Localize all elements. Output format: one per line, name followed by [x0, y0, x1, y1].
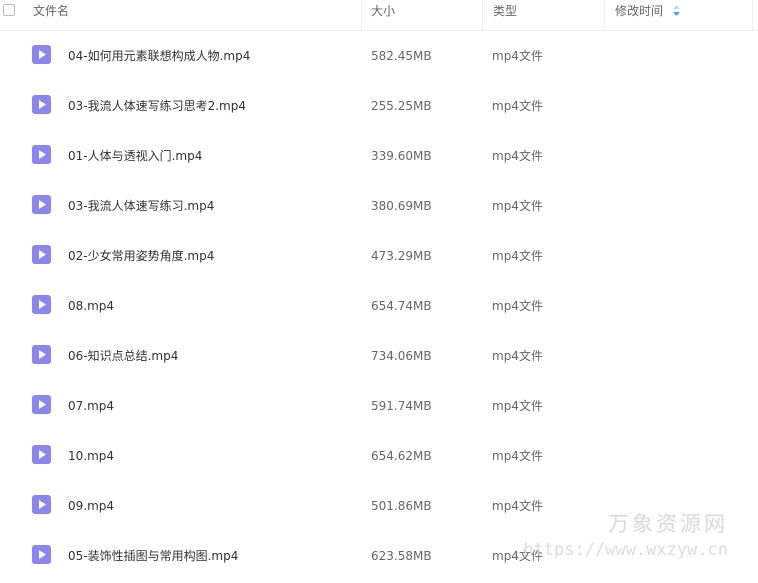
file-size: 654.74MB — [371, 299, 432, 313]
file-name[interactable]: 06-知识点总结.mp4 — [68, 331, 178, 381]
column-header-modified-label: 修改时间 — [615, 4, 664, 18]
video-file-icon — [32, 345, 51, 364]
column-divider[interactable] — [752, 0, 753, 30]
file-size: 591.74MB — [371, 399, 432, 413]
video-file-icon — [32, 195, 51, 214]
file-name[interactable]: 01-人体与透视入门.mp4 — [68, 131, 202, 181]
file-type: mp4文件 — [492, 199, 543, 213]
column-divider[interactable] — [604, 0, 605, 30]
video-file-icon — [32, 445, 51, 464]
file-name[interactable]: 04-如何用元素联想构成人物.mp4 — [68, 31, 250, 81]
video-file-icon — [32, 245, 51, 264]
file-row[interactable]: 07.mp4 591.74MB mp4文件 — [0, 381, 758, 431]
column-divider[interactable] — [482, 0, 483, 30]
file-size: 473.29MB — [371, 249, 432, 263]
file-type: mp4文件 — [492, 49, 543, 63]
file-size: 582.45MB — [371, 49, 432, 63]
column-divider[interactable] — [361, 0, 362, 30]
file-row[interactable]: 02-少女常用姿势角度.mp4 473.29MB mp4文件 — [0, 231, 758, 281]
file-name[interactable]: 03-我流人体速写练习.mp4 — [68, 181, 214, 231]
file-name[interactable]: 02-少女常用姿势角度.mp4 — [68, 231, 214, 281]
file-size: 734.06MB — [371, 349, 432, 363]
column-header-name[interactable]: 文件名 — [33, 0, 69, 30]
file-name[interactable]: 07.mp4 — [68, 381, 114, 431]
file-row[interactable]: 10.mp4 654.62MB mp4文件 — [0, 431, 758, 481]
file-row[interactable]: 03-我流人体速写练习思考2.mp4 255.25MB mp4文件 — [0, 81, 758, 131]
file-list-header: 文件名 大小 类型 修改时间 — [0, 0, 758, 31]
file-type: mp4文件 — [492, 549, 543, 563]
video-file-icon — [32, 45, 51, 64]
file-name[interactable]: 05-装饰性插图与常用构图.mp4 — [68, 531, 238, 581]
file-row[interactable]: 03-我流人体速写练习.mp4 380.69MB mp4文件 — [0, 181, 758, 231]
column-header-size[interactable]: 大小 — [371, 0, 395, 30]
file-name[interactable]: 03-我流人体速写练习思考2.mp4 — [68, 81, 246, 131]
file-name[interactable]: 10.mp4 — [68, 431, 114, 481]
file-size: 623.58MB — [371, 549, 432, 563]
file-row[interactable]: 01-人体与透视入门.mp4 339.60MB mp4文件 — [0, 131, 758, 181]
file-row[interactable]: 06-知识点总结.mp4 734.06MB mp4文件 — [0, 331, 758, 381]
file-type: mp4文件 — [492, 499, 543, 513]
video-file-icon — [32, 495, 51, 514]
file-size: 339.60MB — [371, 149, 432, 163]
column-header-type[interactable]: 类型 — [493, 0, 517, 30]
column-header-modified[interactable]: 修改时间 — [615, 0, 680, 30]
file-name[interactable]: 09.mp4 — [68, 481, 114, 531]
file-type: mp4文件 — [492, 149, 543, 163]
file-type: mp4文件 — [492, 249, 543, 263]
video-file-icon — [32, 395, 51, 414]
sort-icon[interactable] — [672, 5, 680, 16]
video-file-icon — [32, 145, 51, 164]
file-row[interactable]: 04-如何用元素联想构成人物.mp4 582.45MB mp4文件 — [0, 31, 758, 81]
file-size: 255.25MB — [371, 99, 432, 113]
file-size: 380.69MB — [371, 199, 432, 213]
file-type: mp4文件 — [492, 99, 543, 113]
file-type: mp4文件 — [492, 299, 543, 313]
file-name[interactable]: 08.mp4 — [68, 281, 114, 331]
file-type: mp4文件 — [492, 349, 543, 363]
file-size: 501.86MB — [371, 499, 432, 513]
video-file-icon — [32, 95, 51, 114]
file-row[interactable]: 05-装饰性插图与常用构图.mp4 623.58MB mp4文件 — [0, 531, 758, 581]
video-file-icon — [32, 545, 51, 564]
file-row[interactable]: 09.mp4 501.86MB mp4文件 — [0, 481, 758, 531]
file-size: 654.62MB — [371, 449, 432, 463]
video-file-icon — [32, 295, 51, 314]
file-type: mp4文件 — [492, 449, 543, 463]
file-row[interactable]: 08.mp4 654.74MB mp4文件 — [0, 281, 758, 331]
file-type: mp4文件 — [492, 399, 543, 413]
select-all-checkbox[interactable] — [3, 4, 15, 16]
